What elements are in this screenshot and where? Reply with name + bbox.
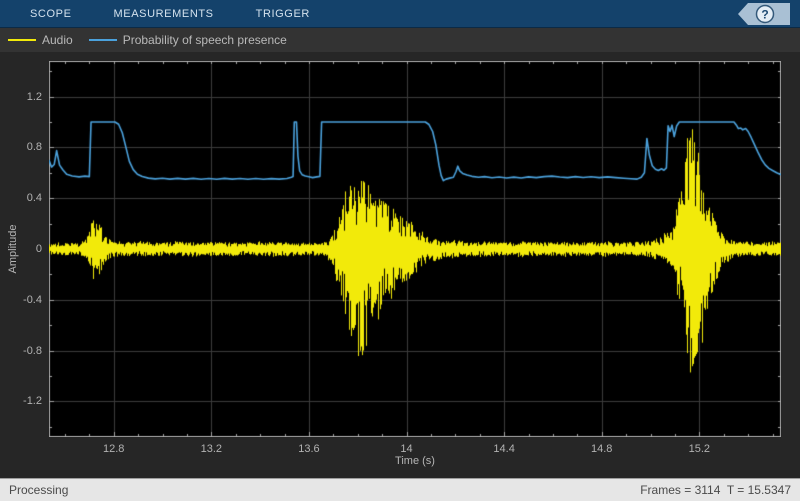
y-tick-label: 0.8 <box>26 141 42 154</box>
legend-label-probability: Probability of speech presence <box>122 33 287 47</box>
x-tick-label: 13.2 <box>200 443 223 455</box>
status-bar: Processing Frames = 3114 T = 15.5347 <box>0 478 800 501</box>
tab-trigger[interactable]: TRIGGER <box>256 0 310 28</box>
status-processing: Processing <box>9 483 69 497</box>
x-tick-label: 15.2 <box>688 443 711 455</box>
x-tick-label: 12.8 <box>103 443 125 455</box>
x-tick-label: 14.8 <box>591 443 613 455</box>
legend-bar: Audio Probability of speech presence <box>0 28 800 52</box>
y-tick-label: 0 <box>35 243 42 255</box>
x-tick-label: 13.6 <box>298 443 320 455</box>
legend-item-probability[interactable]: Probability of speech presence <box>88 33 287 47</box>
y-tick-label: -1.2 <box>23 395 42 408</box>
y-tick-label: -0.4 <box>23 293 42 306</box>
x-axis-title: Time (s) <box>395 455 435 467</box>
toolbar: SCOPE MEASUREMENTS TRIGGER ? <box>0 0 800 28</box>
tab-measurements[interactable]: MEASUREMENTS <box>114 0 214 28</box>
tab-scope[interactable]: SCOPE <box>30 0 72 28</box>
status-frames-time: Frames = 3114 T = 15.5347 <box>640 483 791 497</box>
legend-item-audio[interactable]: Audio <box>8 33 73 47</box>
y-tick-label: -0.8 <box>23 344 42 357</box>
scope-canvas[interactable] <box>49 61 781 437</box>
y-tick-label: 1.2 <box>26 90 42 103</box>
plot-area: Amplitude Time (s) 12.8 13.2 13.6 14 14.4 14.… <box>0 52 800 478</box>
x-tick-label: 14.4 <box>493 443 515 455</box>
probability-line-swatch <box>88 39 117 41</box>
help-icon: ? <box>761 8 768 22</box>
x-tick-label: 14 <box>400 443 413 455</box>
y-tick-label: 0.4 <box>26 192 42 205</box>
audio-line-swatch <box>8 39 36 41</box>
help-button[interactable]: ? <box>738 3 790 25</box>
legend-label-audio: Audio <box>42 33 73 47</box>
